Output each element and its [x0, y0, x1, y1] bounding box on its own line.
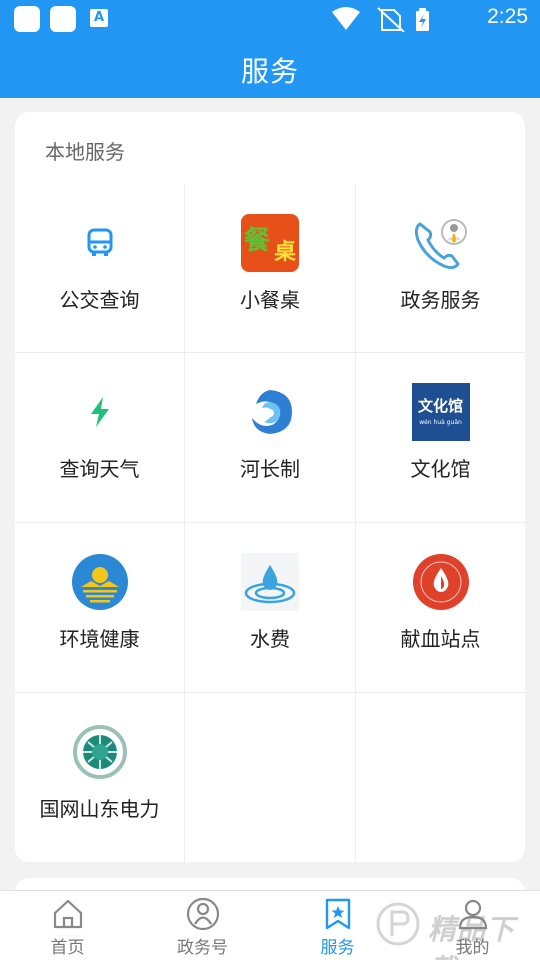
service-bus-query[interactable]: 公交查询	[15, 184, 185, 353]
local-services-card: 本地服务 公交查询 餐 桌 小餐桌 政务服务 查询天气 河长制 文化馆 wén …	[15, 112, 525, 862]
service-water-fee[interactable]: 水费	[185, 523, 356, 693]
service-label: 河长制	[240, 457, 300, 481]
service-state-grid[interactable]: 国网山东电力	[15, 693, 185, 862]
service-small-dining-table[interactable]: 餐 桌 小餐桌	[185, 184, 356, 353]
service-blood-donation[interactable]: 献血站点	[356, 523, 525, 693]
sun-water-icon	[71, 554, 128, 610]
service-label: 文化馆	[410, 457, 471, 481]
bus-icon	[87, 228, 112, 256]
notification-icon	[14, 6, 40, 32]
bookmark-star-icon	[325, 898, 350, 930]
app-notification-icon: A	[90, 9, 108, 27]
service-label: 查询天气	[59, 457, 140, 481]
notification-icon	[50, 6, 76, 32]
status-bar: A 2:25	[0, 0, 540, 38]
battery-charging-icon	[416, 8, 429, 31]
service-label: 政务服务	[400, 288, 481, 312]
tab-label: 服务	[320, 938, 355, 958]
top-app-bar: A 2:25 服务	[0, 0, 540, 98]
service-weather-query[interactable]: 查询天气	[15, 353, 185, 523]
watermark-text: 精品下载	[428, 913, 516, 960]
culture-hall-logo-icon: 文化馆 wén huà guǎn	[411, 383, 470, 441]
service-label: 小餐桌	[240, 288, 300, 312]
service-label: 环境健康	[59, 627, 140, 651]
tab-government-account[interactable]: 政务号	[135, 891, 270, 960]
blood-donation-icon	[412, 554, 469, 610]
service-culture-hall[interactable]: 文化馆 wén huà guǎn 文化馆	[356, 353, 525, 523]
status-time: 2:25	[487, 5, 528, 28]
lightning-icon	[90, 397, 109, 427]
tab-label: 政务号	[177, 938, 228, 958]
government-phone-icon	[414, 219, 467, 270]
service-government[interactable]: 政务服务	[356, 184, 525, 353]
page-title: 服务	[240, 55, 299, 88]
tab-home[interactable]: 首页	[0, 891, 135, 960]
no-sim-icon	[377, 7, 405, 32]
system-status-icons	[332, 7, 429, 32]
service-label: 水费	[250, 627, 290, 651]
service-label: 献血站点	[400, 627, 481, 651]
watermark: 精品下载	[374, 896, 540, 960]
water-drop-icon	[244, 565, 296, 604]
tab-label: 首页	[50, 938, 85, 958]
empty-grid-cell	[185, 693, 356, 862]
service-label: 公交查询	[59, 288, 140, 312]
empty-grid-cell	[356, 693, 525, 862]
home-icon	[53, 899, 82, 929]
service-river-chief[interactable]: 河长制	[185, 353, 356, 523]
service-environment-health[interactable]: 环境健康	[15, 523, 185, 693]
small-dining-table-app-icon: 餐 桌	[241, 214, 299, 272]
wifi-icon	[332, 7, 360, 30]
services-grid: 公交查询 餐 桌 小餐桌 政务服务 查询天气 河长制 文化馆 wén huà g…	[15, 184, 525, 862]
river-swirl-icon	[252, 390, 292, 434]
state-grid-logo-icon	[72, 725, 127, 779]
government-account-icon	[186, 897, 219, 931]
section-title: 本地服务	[45, 140, 125, 164]
service-label: 国网山东电力	[39, 797, 160, 821]
